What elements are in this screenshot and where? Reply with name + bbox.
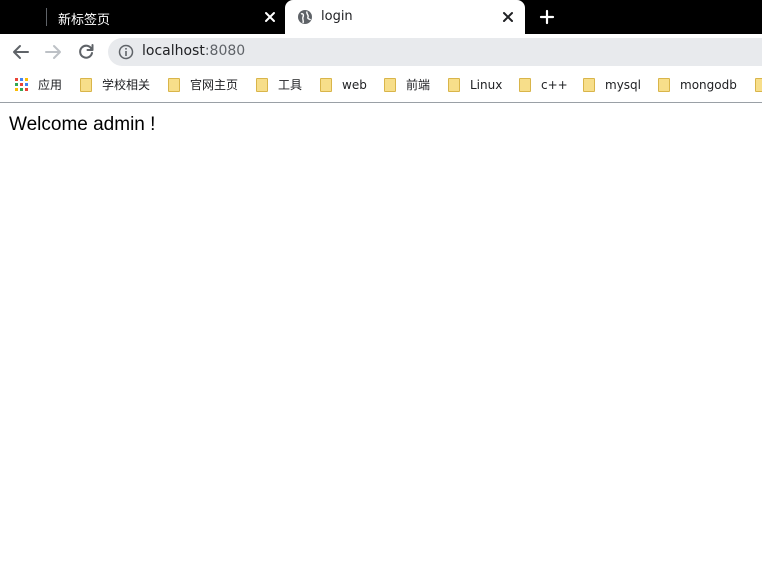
folder-icon [755, 78, 762, 92]
folder-icon [80, 78, 92, 92]
bookmark-label: 应用 [38, 78, 63, 92]
bookmark-folder[interactable]: mysql [583, 77, 641, 95]
forward-arrow-icon[interactable] [43, 42, 63, 62]
bookmark-label: mongodb [680, 78, 737, 92]
folder-icon [448, 78, 460, 92]
bookmark-folder[interactable]: 前端 [384, 77, 430, 95]
bookmark-folder[interactable]: 工具 [256, 77, 302, 95]
url-host: localhost [142, 43, 205, 59]
bookmark-folder[interactable]: mongodb [658, 77, 737, 95]
url-text: localhost:8080 [142, 43, 245, 59]
close-icon[interactable] [263, 9, 277, 23]
tab-strip: 新标签页 login [0, 0, 762, 34]
info-icon[interactable] [118, 44, 134, 60]
folder-icon [658, 78, 670, 92]
bookmark-folder[interactable]: c++ [519, 77, 568, 95]
bookmark-label: 工具 [278, 78, 303, 92]
bookmark-label: mysql [605, 78, 641, 92]
new-tab-plus-icon[interactable] [538, 8, 556, 26]
back-arrow-icon[interactable] [11, 42, 31, 62]
bookmark-folder[interactable]: web [320, 77, 367, 95]
folder-icon [168, 78, 180, 92]
folder-icon [583, 78, 595, 92]
folder-icon [519, 78, 531, 92]
bookmark-folder[interactable]: Linux [448, 77, 502, 95]
reload-icon[interactable] [76, 42, 96, 62]
bookmark-label: 官网主页 [190, 78, 239, 92]
bookmark-apps[interactable]: 应用 [15, 77, 62, 95]
bookmark-label: web [342, 78, 367, 92]
tab-title: 新标签页 [58, 13, 111, 28]
bookmarks-bar: 应用 学校相关 官网主页 工具 web 前端 Linux c++ mysql m… [0, 70, 762, 103]
tab-title: login [321, 9, 353, 24]
close-icon[interactable] [501, 9, 515, 23]
bookmark-label: 前端 [406, 78, 431, 92]
browser-toolbar: localhost:8080 [0, 34, 762, 70]
apps-grid-icon [15, 78, 29, 92]
tab-new-tab-page[interactable]: 新标签页 [47, 0, 285, 34]
url-port: :8080 [204, 43, 246, 59]
bookmark-folder[interactable]: 官网主页 [168, 77, 238, 95]
welcome-message: Welcome admin ! [9, 114, 156, 135]
bookmark-folder-partial[interactable] [755, 77, 762, 95]
tab-login[interactable]: login [285, 0, 525, 34]
bookmark-folder[interactable]: 学校相关 [80, 77, 150, 95]
folder-icon [320, 78, 332, 92]
bookmark-label: Linux [470, 78, 503, 92]
bookmark-label: c++ [541, 78, 568, 92]
folder-icon [384, 78, 396, 92]
address-bar[interactable]: localhost:8080 [108, 38, 762, 66]
bookmark-label: 学校相关 [102, 78, 151, 92]
folder-icon [256, 78, 268, 92]
globe-icon [297, 9, 313, 25]
